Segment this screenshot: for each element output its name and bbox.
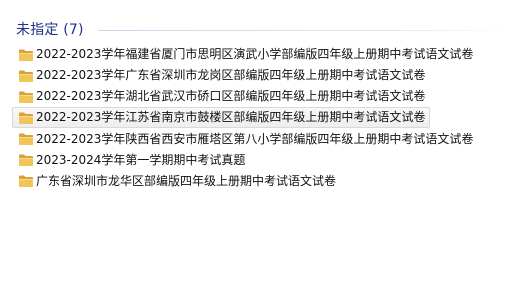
group-title: 未指定 (7): [16, 22, 84, 38]
folder-icon: [19, 133, 33, 145]
folder-name: 广东省深圳市龙华区部编版四年级上册期中考试语文试卷: [36, 173, 337, 188]
folder-list: 2022-2023学年福建省厦门市思明区演武小学部编版四年级上册期中考试语文试卷…: [12, 44, 512, 192]
folder-name: 2022-2023学年陕西省西安市雁塔区第八小学部编版四年级上册期中考试语文试卷: [36, 131, 474, 146]
folder-item[interactable]: 2023-2024学年第一学期期中考试真题: [12, 150, 512, 171]
folder-item[interactable]: 广东省深圳市龙华区部编版四年级上册期中考试语文试卷: [12, 171, 512, 192]
folder-item[interactable]: 2022-2023学年福建省厦门市思明区演武小学部编版四年级上册期中考试语文试卷: [12, 44, 512, 65]
folder-item[interactable]: 2022-2023学年湖北省武汉市硚口区部编版四年级上册期中考试语文试卷: [12, 86, 512, 107]
folder-name: 2022-2023学年广东省深圳市龙岗区部编版四年级上册期中考试语文试卷: [36, 68, 426, 82]
folder-name: 2022-2023学年湖北省武汉市硚口区部编版四年级上册期中考试语文试卷: [36, 89, 426, 103]
folder-icon: [19, 91, 33, 103]
group-divider: [98, 30, 512, 31]
folder-name: 2022-2023学年江苏省南京市鼓楼区部编版四年级上册期中考试语文试卷: [36, 110, 426, 124]
folder-icon: [19, 112, 33, 124]
folder-icon: [19, 175, 33, 187]
folder-icon: [19, 70, 33, 82]
folder-item[interactable]: 2022-2023学年广东省深圳市龙岗区部编版四年级上册期中考试语文试卷: [12, 65, 512, 86]
folder-icon: [19, 49, 33, 61]
group-header[interactable]: 未指定 (7): [16, 18, 84, 40]
folder-list-pane: 未指定 (7) 2022-2023学年福建省厦门市思明区演武小学部编版四年级上册…: [0, 0, 526, 284]
folder-name: 2023-2024学年第一学期期中考试真题: [36, 152, 246, 167]
folder-item[interactable]: 2022-2023学年陕西省西安市雁塔区第八小学部编版四年级上册期中考试语文试卷: [12, 129, 512, 150]
folder-icon: [19, 154, 33, 166]
folder-name: 2022-2023学年福建省厦门市思明区演武小学部编版四年级上册期中考试语文试卷: [36, 47, 474, 61]
folder-item-selected[interactable]: 2022-2023学年江苏省南京市鼓楼区部编版四年级上册期中考试语文试卷: [12, 107, 431, 128]
